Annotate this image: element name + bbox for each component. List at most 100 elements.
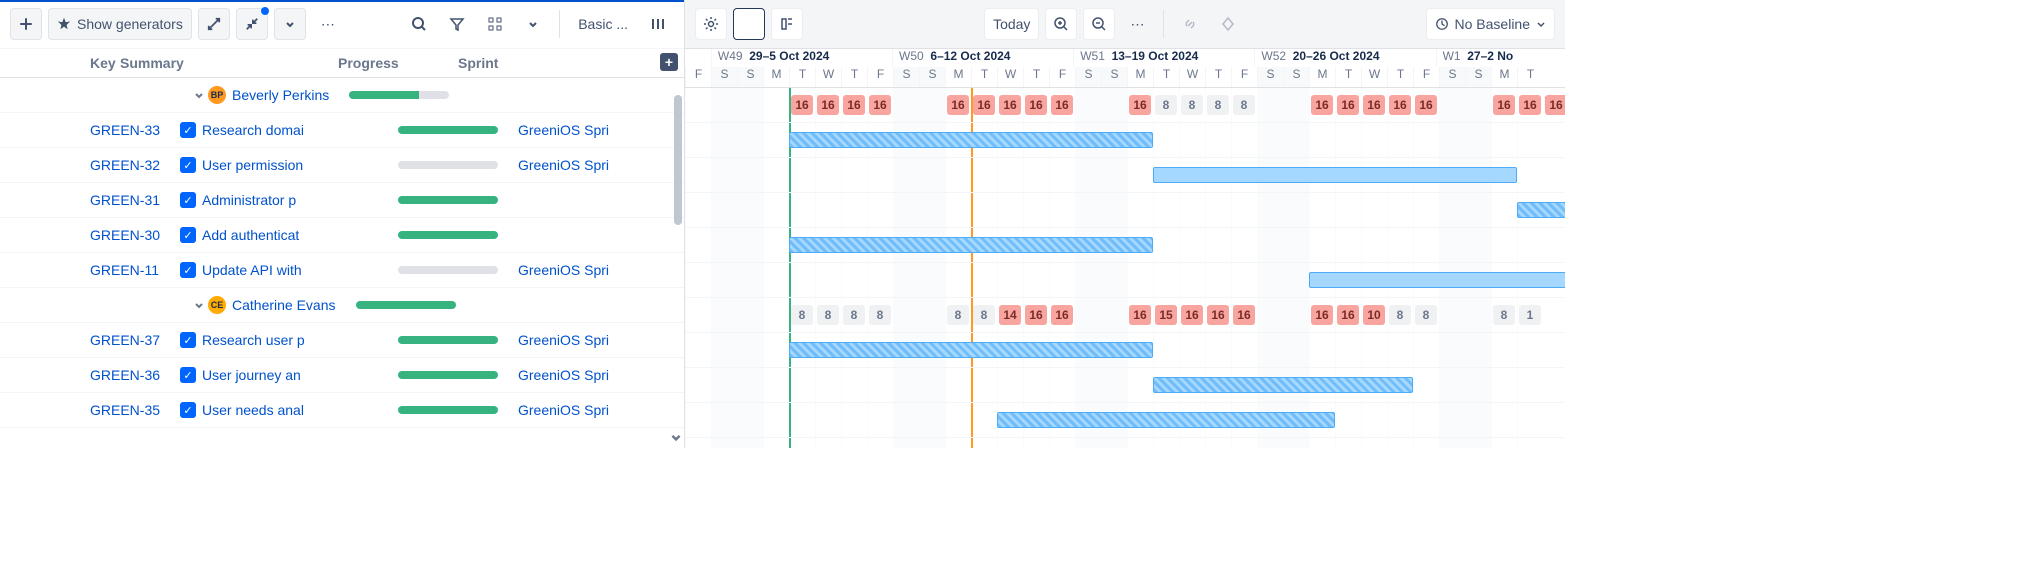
task-row[interactable]: GREEN-31 ✓ Administrator p bbox=[0, 183, 684, 218]
group-row[interactable]: CE Catherine Evans bbox=[0, 288, 684, 323]
settings-button[interactable] bbox=[695, 8, 727, 40]
workload-badge: 16 bbox=[1363, 95, 1385, 115]
issue-key[interactable]: GREEN-35 bbox=[90, 402, 160, 418]
workload-badge: 8 bbox=[817, 305, 839, 325]
scrollbar[interactable] bbox=[674, 65, 682, 405]
story-icon: ✓ bbox=[180, 332, 196, 348]
issue-summary[interactable]: Add authenticat bbox=[202, 227, 299, 243]
gantt-bar[interactable] bbox=[997, 412, 1335, 428]
workload-badge: 16 bbox=[1129, 305, 1151, 325]
gantt-bar[interactable] bbox=[789, 132, 1153, 148]
scroll-down-icon[interactable] bbox=[670, 430, 682, 446]
issue-summary[interactable]: User needs anal bbox=[202, 402, 304, 418]
group-name[interactable]: Catherine Evans bbox=[232, 297, 336, 313]
workload-badge: 16 bbox=[1233, 305, 1255, 325]
issue-key[interactable]: GREEN-32 bbox=[90, 157, 160, 173]
issue-summary[interactable]: User permission bbox=[202, 157, 303, 173]
timeline-more-button[interactable]: ⋯ bbox=[1121, 8, 1153, 40]
day-header: T bbox=[789, 67, 815, 87]
show-generators-label: Show generators bbox=[77, 16, 183, 32]
gantt-bar[interactable] bbox=[1153, 167, 1517, 183]
workload-badge: 16 bbox=[973, 95, 995, 115]
task-row[interactable]: GREEN-36 ✓ User journey an GreeniOS Spri bbox=[0, 358, 684, 393]
task-row[interactable]: GREEN-35 ✓ User needs anal GreeniOS Spri bbox=[0, 393, 684, 428]
group-row[interactable]: BP Beverly Perkins bbox=[0, 78, 684, 113]
task-row[interactable]: GREEN-11 ✓ Update API with GreeniOS Spri bbox=[0, 253, 684, 288]
col-summary[interactable]: Summary bbox=[120, 55, 338, 71]
milestone-button[interactable] bbox=[1212, 8, 1244, 40]
task-row[interactable]: GREEN-30 ✓ Add authenticat bbox=[0, 218, 684, 253]
today-button[interactable]: Today bbox=[984, 8, 1039, 40]
col-key[interactable]: Key bbox=[10, 55, 120, 71]
link-button[interactable] bbox=[1174, 8, 1206, 40]
sprint-link[interactable]: GreeniOS Spri bbox=[518, 122, 618, 138]
workload-badge: 16 bbox=[1519, 95, 1541, 115]
zoom-out-button[interactable] bbox=[1083, 8, 1115, 40]
layout-button[interactable] bbox=[771, 8, 803, 40]
issue-key[interactable]: GREEN-30 bbox=[90, 227, 160, 243]
issue-key[interactable]: GREEN-33 bbox=[90, 122, 160, 138]
gantt-row bbox=[685, 368, 1565, 403]
gantt-bar[interactable] bbox=[1517, 202, 1565, 218]
baseline-select[interactable]: No Baseline bbox=[1426, 8, 1556, 40]
sprint-link[interactable]: GreeniOS Spri bbox=[518, 402, 618, 418]
issue-summary[interactable]: Update API with bbox=[202, 262, 302, 278]
issue-key[interactable]: GREEN-36 bbox=[90, 367, 160, 383]
group-dropdown[interactable] bbox=[517, 8, 549, 40]
expand-icon[interactable] bbox=[190, 86, 208, 104]
task-row[interactable]: GREEN-33 ✓ Research domai GreeniOS Spri bbox=[0, 113, 684, 148]
story-icon: ✓ bbox=[180, 122, 196, 138]
day-header: F bbox=[1049, 67, 1075, 87]
more-actions-button[interactable]: ⋯ bbox=[312, 8, 344, 40]
day-header: W bbox=[815, 67, 841, 87]
group-name[interactable]: Beverly Perkins bbox=[232, 87, 329, 103]
issue-key[interactable]: GREEN-37 bbox=[90, 332, 160, 348]
sprint-link[interactable]: GreeniOS Spri bbox=[518, 157, 618, 173]
workload-badge: 8 bbox=[1493, 305, 1515, 325]
show-generators-button[interactable]: Show generators bbox=[48, 8, 192, 40]
day-header: S bbox=[737, 67, 763, 87]
sprint-link[interactable]: GreeniOS Spri bbox=[518, 262, 618, 278]
workload-badge: 16 bbox=[947, 95, 969, 115]
expand-button[interactable] bbox=[198, 8, 230, 40]
columns-button[interactable] bbox=[642, 8, 674, 40]
gantt-bar[interactable] bbox=[1153, 377, 1413, 393]
expand-dropdown[interactable] bbox=[274, 8, 306, 40]
issue-key[interactable]: GREEN-31 bbox=[90, 192, 160, 208]
view-mode-select[interactable]: Basic ... bbox=[570, 8, 636, 40]
day-header: S bbox=[1465, 67, 1491, 87]
gantt-row bbox=[685, 158, 1565, 193]
workload-badge: 16 bbox=[1051, 95, 1073, 115]
gantt-bar[interactable] bbox=[1309, 272, 1565, 288]
add-button[interactable] bbox=[10, 8, 42, 40]
issue-summary[interactable]: User journey an bbox=[202, 367, 301, 383]
workload-badge: 8 bbox=[869, 305, 891, 325]
issue-summary[interactable]: Research domai bbox=[202, 122, 304, 138]
workload-badge: 15 bbox=[1155, 305, 1177, 325]
task-row[interactable]: GREEN-37 ✓ Research user p GreeniOS Spri bbox=[0, 323, 684, 358]
story-icon: ✓ bbox=[180, 227, 196, 243]
gantt-row bbox=[685, 123, 1565, 158]
issue-summary[interactable]: Research user p bbox=[202, 332, 305, 348]
workload-badge: 8 bbox=[947, 305, 969, 325]
issue-summary[interactable]: Administrator p bbox=[202, 192, 296, 208]
collapse-button[interactable] bbox=[236, 8, 268, 40]
avatar: BP bbox=[208, 86, 226, 104]
expand-icon[interactable] bbox=[190, 296, 208, 314]
scrollbar-thumb[interactable] bbox=[674, 95, 682, 225]
group-button[interactable] bbox=[479, 8, 511, 40]
task-list: BP Beverly Perkins GREEN-33 ✓ Research d… bbox=[0, 78, 684, 448]
sprint-link[interactable]: GreeniOS Spri bbox=[518, 367, 618, 383]
day-header: M bbox=[1127, 67, 1153, 87]
col-sprint[interactable]: Sprint bbox=[458, 55, 558, 71]
zoom-in-button[interactable] bbox=[1045, 8, 1077, 40]
sprint-link[interactable]: GreeniOS Spri bbox=[518, 332, 618, 348]
gantt-bar[interactable] bbox=[789, 342, 1153, 358]
gantt-bar[interactable] bbox=[789, 237, 1153, 253]
resources-button[interactable] bbox=[733, 8, 765, 40]
col-progress[interactable]: Progress bbox=[338, 55, 458, 71]
filter-button[interactable] bbox=[441, 8, 473, 40]
task-row[interactable]: GREEN-32 ✓ User permission GreeniOS Spri bbox=[0, 148, 684, 183]
search-button[interactable] bbox=[403, 8, 435, 40]
issue-key[interactable]: GREEN-11 bbox=[90, 262, 159, 278]
